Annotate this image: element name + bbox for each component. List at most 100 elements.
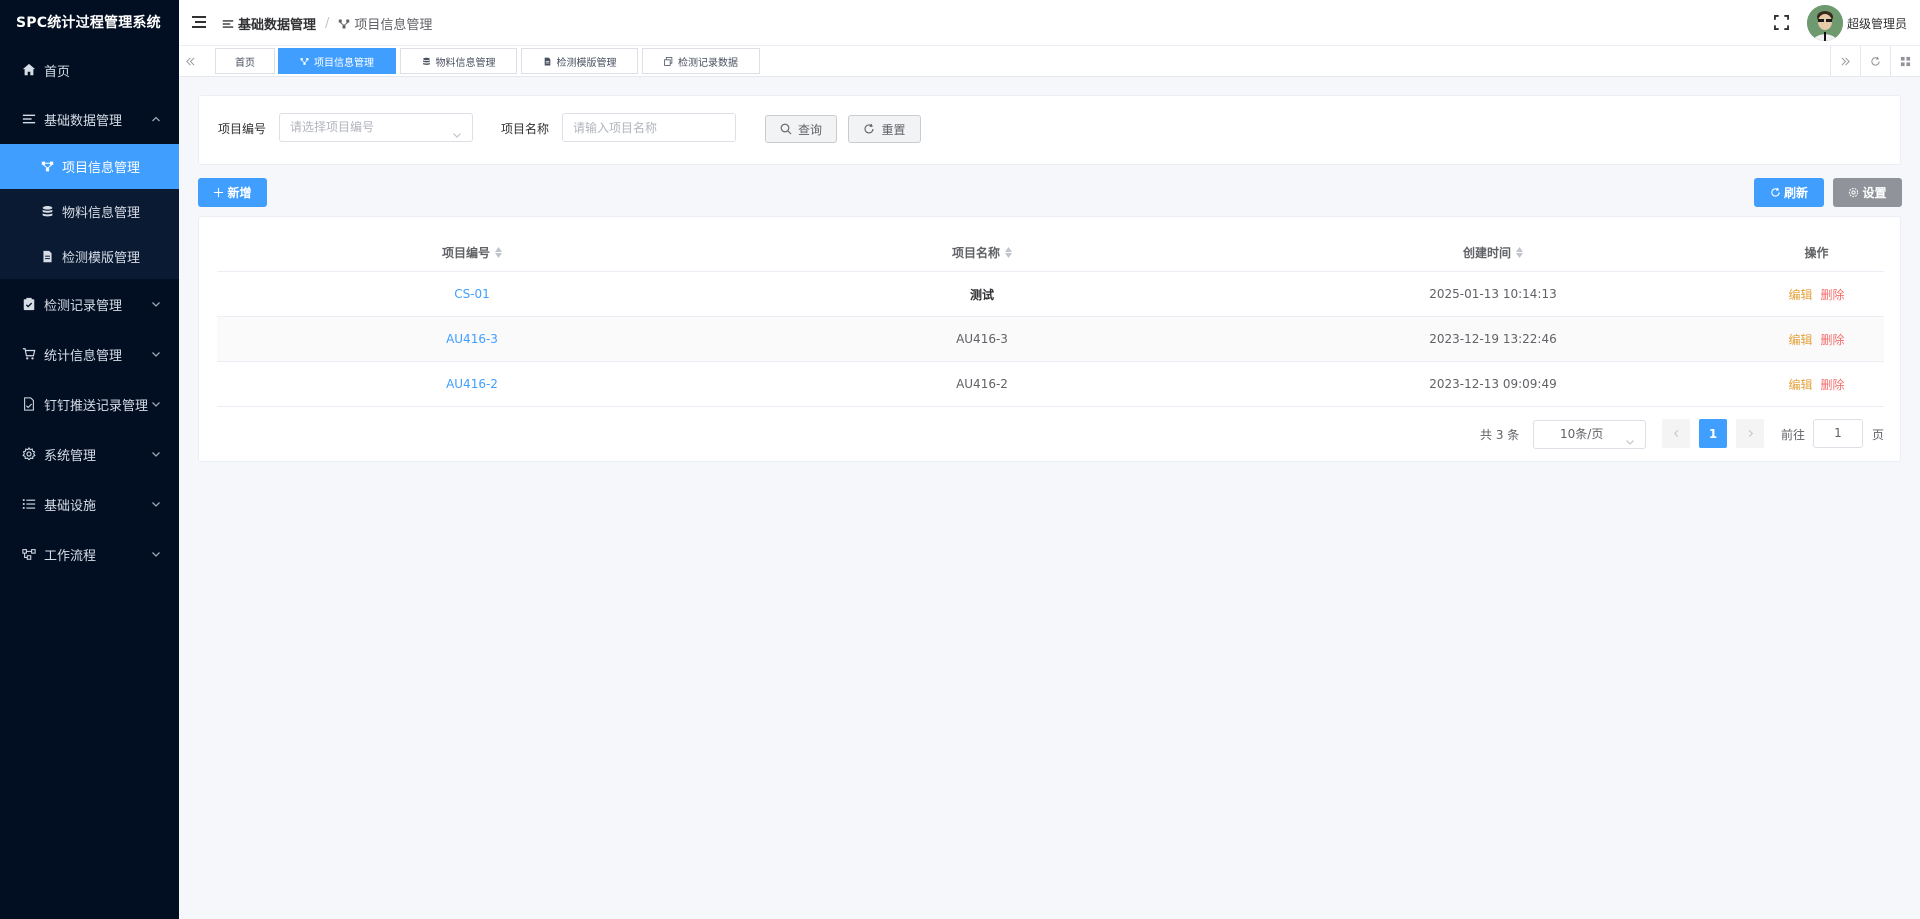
next-page-button[interactable] (1736, 419, 1764, 448)
cell-project-code[interactable]: AU416-3 (217, 317, 727, 361)
delete-button[interactable]: 删除 (1821, 331, 1845, 348)
query-button-label: 查询 (797, 122, 822, 137)
sidebar: SPC统计过程管理系统 首页 基础数据管理 项目信息管理 物料信息管理 检测模版… (0, 0, 179, 919)
column-header-name[interactable]: 项目名称 (727, 233, 1237, 271)
column-header-created[interactable]: 创建时间 (1237, 233, 1749, 271)
chevron-down-icon (151, 349, 161, 359)
goto-label: 前往 (1781, 428, 1806, 442)
table-row: AU416-3 AU416-3 2023-12-19 13:22:46 编辑 删… (217, 317, 1884, 362)
tab-material-info[interactable]: 物料信息管理 (400, 48, 517, 74)
chevron-down-icon (151, 399, 161, 409)
sidebar-item-dingtalk-push[interactable]: 钉钉推送记录管理 (0, 379, 179, 429)
project-name-input[interactable] (562, 113, 736, 142)
project-table: 项目编号 项目名称 创建时间 操作 CS-01 测试 2025-01-13 10… (217, 233, 1884, 407)
sidebar-item-inspection-records[interactable]: 检测记录管理 (0, 279, 179, 329)
sidebar-item-basic-data[interactable]: 基础数据管理 (0, 94, 179, 144)
refresh-button[interactable]: 刷新 (1754, 178, 1824, 207)
page-number-current[interactable]: 1 (1699, 419, 1727, 448)
gear-icon (1849, 187, 1859, 198)
column-header-label: 创建时间 (1462, 245, 1511, 260)
edit-button[interactable]: 编辑 (1788, 331, 1812, 348)
sidebar-item-system[interactable]: 系统管理 (0, 429, 179, 479)
tab-project-info[interactable]: 项目信息管理 (278, 48, 396, 74)
project-name-label: 项目名称 (501, 122, 550, 136)
sidebar-item-template[interactable]: 检测模版管理 (0, 234, 179, 279)
document-icon (40, 250, 54, 264)
tab-template[interactable]: 检测模版管理 (521, 48, 638, 74)
breadcrumb: 基础数据管理 / 项目信息管理 (222, 14, 432, 33)
column-header-code[interactable]: 项目编号 (217, 233, 727, 271)
gear-icon (22, 447, 36, 461)
scroll-right-icon[interactable] (1830, 46, 1860, 76)
tab-label: 检测模版管理 (556, 57, 617, 69)
sidebar-item-material-info[interactable]: 物料信息管理 (0, 189, 179, 234)
page-size-value: 10条/页 (1560, 427, 1604, 441)
column-header-label: 操作 (1804, 245, 1829, 260)
sort-icon[interactable] (495, 246, 502, 258)
add-button[interactable]: 新增 (198, 178, 267, 207)
bullet-list-icon (22, 497, 36, 511)
cell-project-code[interactable]: CS-01 (217, 272, 727, 316)
goto-suffix: 页 (1872, 428, 1885, 442)
refresh-icon (865, 123, 875, 134)
query-button[interactable]: 查询 (765, 115, 837, 143)
avatar[interactable] (1807, 5, 1843, 41)
breadcrumb-label: 项目信息管理 (354, 18, 433, 33)
reset-button[interactable]: 重置 (848, 115, 921, 143)
app-title: SPC统计过程管理系统 (16, 15, 161, 31)
scroll-left-icon[interactable] (179, 46, 201, 76)
database-icon (422, 57, 430, 65)
sidebar-item-label: 系统管理 (44, 448, 97, 464)
breadcrumb-label: 基础数据管理 (238, 18, 317, 33)
sidebar-item-label: 统计信息管理 (44, 348, 123, 364)
breadcrumb-item[interactable]: 基础数据管理 (222, 14, 316, 33)
delete-button[interactable]: 删除 (1821, 286, 1845, 303)
chevron-down-icon (151, 499, 161, 509)
sidebar-item-project-info[interactable]: 项目信息管理 (0, 144, 179, 189)
sidebar-item-label: 基础设施 (44, 498, 97, 514)
fullscreen-icon[interactable] (1774, 15, 1789, 30)
delete-button[interactable]: 删除 (1821, 376, 1845, 393)
table-card: 项目编号 项目名称 创建时间 操作 CS-01 测试 2025-01-13 10… (198, 216, 1901, 462)
settings-button[interactable]: 设置 (1833, 178, 1902, 207)
tab-home[interactable]: 首页 (215, 48, 275, 74)
table-header: 项目编号 项目名称 创建时间 操作 (217, 233, 1884, 272)
submenu-basic-data: 项目信息管理 物料信息管理 检测模版管理 (0, 144, 179, 279)
sidebar-item-statistics[interactable]: 统计信息管理 (0, 329, 179, 379)
cell-project-name: 测试 (969, 287, 994, 302)
tab-label: 项目信息管理 (314, 57, 374, 69)
edit-button[interactable]: 编辑 (1788, 376, 1812, 393)
project-code-label: 项目编号 (218, 122, 267, 136)
list-icon (22, 112, 36, 126)
file-icon (22, 397, 36, 411)
tabs-bar: 首页 项目信息管理 物料信息管理 检测模版管理 检测记录数据 (179, 46, 1920, 77)
sidebar-item-workflow[interactable]: 工作流程 (0, 529, 179, 579)
list-icon (222, 19, 234, 28)
sidebar-item-infrastructure[interactable]: 基础设施 (0, 479, 179, 529)
chevron-down-icon (151, 449, 161, 459)
prev-page-button[interactable] (1662, 419, 1690, 448)
grid-menu-icon[interactable] (1890, 46, 1920, 76)
refresh-tab-icon[interactable] (1860, 46, 1890, 76)
chevron-down-icon (452, 123, 462, 138)
username[interactable]: 超级管理员 (1847, 15, 1907, 32)
sort-icon[interactable] (1005, 246, 1012, 258)
pagination-total: 共 3 条 (1480, 428, 1520, 442)
edit-button[interactable]: 编辑 (1788, 286, 1812, 303)
cell-project-code[interactable]: AU416-2 (217, 362, 727, 406)
copy-icon (664, 56, 673, 66)
nodes-icon (40, 160, 54, 174)
goto-page-input[interactable]: 1 (1813, 419, 1863, 448)
column-header-label: 项目名称 (951, 245, 1000, 260)
reset-button-label: 重置 (881, 122, 906, 137)
tab-inspection-data[interactable]: 检测记录数据 (642, 48, 760, 74)
sort-icon[interactable] (1516, 246, 1523, 258)
search-form: 项目编号 请选择项目编号 项目名称 查询 重置 (198, 95, 1901, 165)
sidebar-item-home[interactable]: 首页 (0, 46, 179, 94)
page-size-select[interactable]: 10条/页 (1533, 420, 1646, 449)
table-row: AU416-2 AU416-2 2023-12-13 09:09:49 编辑 删… (217, 362, 1884, 407)
search-icon (780, 123, 792, 135)
hamburger-icon[interactable] (191, 14, 207, 30)
project-code-select[interactable]: 请选择项目编号 (279, 113, 473, 142)
sidebar-item-label: 检测记录管理 (44, 298, 123, 314)
